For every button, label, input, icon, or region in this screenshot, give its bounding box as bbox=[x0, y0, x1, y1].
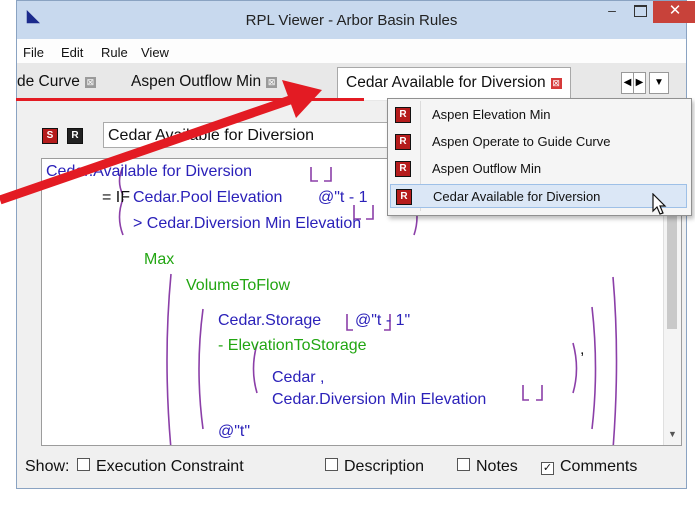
code-cedar-diversion-min-elevation: Cedar.Diversion Min Elevation bbox=[272, 391, 487, 408]
code-time-arg: @"t - 1 bbox=[318, 189, 368, 206]
code-eq-if: = IF bbox=[102, 189, 131, 206]
code-pool-elevation: Cedar.Pool Elevation bbox=[133, 189, 283, 206]
menu-rule[interactable]: Rule bbox=[101, 45, 128, 60]
close-button[interactable]: ✕ bbox=[653, 1, 695, 23]
title-bar[interactable]: ◣ RPL Viewer - Arbor Basin Rules – ✕ bbox=[17, 1, 695, 39]
dropdown-item-aspen-outflow-min[interactable]: R Aspen Outflow Min bbox=[390, 157, 687, 181]
rule-name-field[interactable]: Cedar Available for Diversion bbox=[103, 122, 403, 148]
code-volume-to-flow: VolumeToFlow bbox=[186, 277, 291, 294]
dropdown-item-aspen-operate-to-guide-curve[interactable]: R Aspen Operate to Guide Curve bbox=[390, 130, 687, 154]
checkbox-label: Description bbox=[344, 458, 425, 475]
s-badge-icon: S bbox=[42, 128, 58, 144]
rule-icon: R bbox=[396, 189, 412, 205]
checkbox-label: Execution Constraint bbox=[96, 458, 244, 475]
notes-checkbox[interactable]: Notes bbox=[457, 458, 518, 476]
tab-guide-curve[interactable]: de Curve ⊠ bbox=[17, 67, 96, 97]
rule-icon: R bbox=[395, 107, 411, 123]
r-badge-icon: R bbox=[67, 128, 83, 144]
code-t-arg: @"t" bbox=[218, 423, 251, 440]
tab-close-icon[interactable]: ⊠ bbox=[550, 78, 562, 89]
tab-label: Aspen Outflow Min bbox=[131, 73, 262, 90]
dropdown-item-label: Aspen Operate to Guide Curve bbox=[432, 134, 611, 149]
checkbox-icon bbox=[77, 458, 90, 471]
dropdown-item-label: Cedar Available for Diversion bbox=[433, 189, 601, 204]
app-window: ◣ RPL Viewer - Arbor Basin Rules – ✕ Fil… bbox=[16, 0, 695, 489]
menu-file[interactable]: File bbox=[23, 45, 44, 60]
execution-constraint-checkbox[interactable]: Execution Constraint bbox=[77, 458, 244, 476]
code-max: Max bbox=[144, 251, 175, 268]
tab-close-icon[interactable]: ⊠ bbox=[84, 77, 96, 88]
code-diversion-min-elevation: > Cedar.Diversion Min Elevation bbox=[133, 215, 362, 232]
minimize-button[interactable]: – bbox=[599, 1, 625, 23]
menu-view[interactable]: View bbox=[141, 45, 169, 60]
checkbox-icon bbox=[457, 458, 470, 471]
code-comma: , bbox=[580, 341, 585, 358]
tab-label: de Curve bbox=[17, 73, 80, 90]
tab-list-dropdown[interactable]: R Aspen Elevation Min R Aspen Operate to… bbox=[387, 98, 692, 216]
tab-close-icon[interactable]: ⊠ bbox=[266, 77, 278, 88]
rule-icon: R bbox=[395, 134, 411, 150]
tab-scroll-right-button[interactable]: ▶ bbox=[633, 72, 646, 94]
maximize-button[interactable] bbox=[627, 1, 653, 23]
window-title: RPL Viewer - Arbor Basin Rules bbox=[245, 12, 458, 29]
scroll-down-icon[interactable]: ▼ bbox=[664, 429, 681, 443]
tab-aspen-outflow-min[interactable]: Aspen Outflow Min ⊠ bbox=[131, 67, 278, 97]
dropdown-item-label: Aspen Outflow Min bbox=[432, 161, 542, 176]
mouse-cursor-icon bbox=[652, 193, 667, 215]
checkbox-label: Notes bbox=[476, 458, 518, 475]
checkbox-icon bbox=[325, 458, 338, 471]
maximize-icon bbox=[633, 5, 647, 17]
code-cedar-object: Cedar , bbox=[272, 369, 325, 386]
description-checkbox[interactable]: Description bbox=[325, 458, 424, 476]
tab-strip: de Curve ⊠ Aspen Outflow Min ⊠ Cedar Avail… bbox=[17, 63, 686, 102]
red-underline bbox=[16, 98, 364, 101]
checkbox-checked-icon: ✓ bbox=[541, 462, 554, 475]
code-rule-name: Cedar.Available for Diversion bbox=[46, 163, 253, 180]
comments-checkbox[interactable]: ✓ Comments bbox=[541, 458, 637, 476]
menu-edit[interactable]: Edit bbox=[61, 45, 83, 60]
code-storage-time-arg: @"t - 1" bbox=[355, 312, 411, 329]
show-options-bar: Show: Execution Constraint Description N… bbox=[17, 447, 686, 489]
dropdown-item-label: Aspen Elevation Min bbox=[432, 107, 551, 122]
dropdown-item-cedar-available-for-diversion[interactable]: R Cedar Available for Diversion bbox=[390, 184, 687, 208]
tab-label: Cedar Available for Diversion bbox=[346, 74, 546, 91]
code-cedar-storage: Cedar.Storage bbox=[218, 312, 322, 329]
menu-bar: File Edit Rule View bbox=[17, 39, 686, 63]
code-elevation-to-storage: - ElevationToStorage bbox=[218, 337, 367, 354]
dropdown-item-aspen-elevation-min[interactable]: R Aspen Elevation Min bbox=[390, 103, 687, 127]
rule-icon: R bbox=[395, 161, 411, 177]
checkbox-label: Comments bbox=[560, 458, 638, 475]
show-label: Show: bbox=[25, 458, 70, 475]
tab-list-dropdown-button[interactable]: ▼ bbox=[649, 72, 669, 94]
tab-cedar-available-for-diversion[interactable]: Cedar Available for Diversion ⊠ bbox=[337, 67, 571, 100]
